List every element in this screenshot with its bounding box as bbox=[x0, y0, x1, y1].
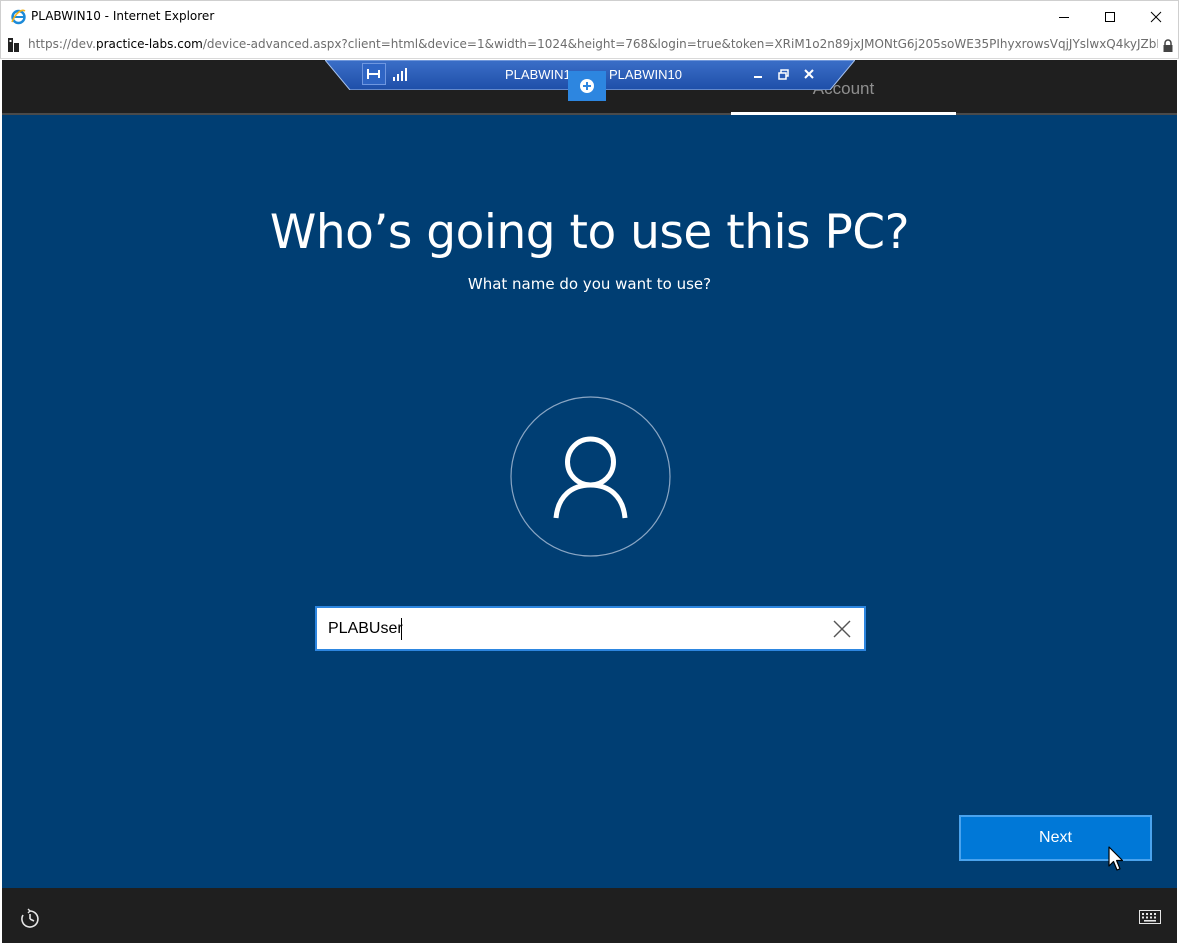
pin-icon bbox=[367, 69, 380, 79]
url-host: practice-labs.com bbox=[96, 37, 203, 51]
url-prefix: https://dev. bbox=[28, 37, 96, 51]
minimize-icon bbox=[754, 76, 762, 78]
remote-restore-button[interactable] bbox=[774, 65, 792, 83]
remote-minimize-button[interactable] bbox=[749, 65, 767, 83]
url-path: /device-advanced.aspx?client=html&device… bbox=[202, 37, 1158, 51]
tab-active-indicator bbox=[731, 112, 956, 115]
site-favicon-icon bbox=[7, 37, 21, 53]
remote-title-right: PLABWIN10 bbox=[609, 67, 682, 82]
clear-icon bbox=[833, 620, 851, 638]
user-avatar-icon bbox=[510, 396, 671, 557]
pin-button[interactable] bbox=[362, 63, 386, 85]
close-icon bbox=[804, 69, 814, 79]
remote-session[interactable]: Account PLABWIN1 PLABWIN10 Who’s going t… bbox=[2, 60, 1177, 943]
remote-close-button[interactable] bbox=[800, 65, 818, 83]
signal-strength-icon[interactable] bbox=[393, 67, 407, 81]
ease-of-access-icon[interactable] bbox=[19, 908, 41, 930]
keyboard-icon[interactable] bbox=[1139, 910, 1161, 924]
close-button[interactable] bbox=[1133, 1, 1179, 32]
mouse-cursor-icon bbox=[1108, 846, 1124, 871]
restore-icon bbox=[777, 68, 789, 80]
page-subtitle: What name do you want to use? bbox=[467, 275, 712, 293]
plus-circle-icon bbox=[580, 79, 594, 93]
remote-title-left: PLABWIN1 bbox=[505, 67, 571, 82]
text-caret bbox=[401, 618, 402, 640]
maximize-button[interactable] bbox=[1087, 1, 1133, 32]
minimize-button[interactable] bbox=[1041, 1, 1087, 32]
clear-input-button[interactable] bbox=[831, 618, 853, 640]
name-field-container[interactable] bbox=[315, 606, 866, 651]
address-bar[interactable]: https://dev.practice-labs.com/device-adv… bbox=[0, 31, 1179, 59]
window-title: PLABWIN10 - Internet Explorer bbox=[31, 9, 215, 23]
user-name-input[interactable] bbox=[328, 615, 808, 643]
internet-explorer-icon bbox=[10, 8, 27, 25]
expand-toolbar-button[interactable] bbox=[568, 71, 606, 101]
url-text[interactable]: https://dev.practice-labs.com/device-adv… bbox=[28, 37, 1158, 51]
lock-icon[interactable] bbox=[1162, 38, 1174, 52]
browser-titlebar: PLABWIN10 - Internet Explorer bbox=[0, 0, 1179, 31]
oobe-footer bbox=[2, 888, 1177, 943]
header-divider bbox=[2, 113, 1177, 115]
page-title: Who’s going to use this PC? bbox=[269, 205, 910, 260]
